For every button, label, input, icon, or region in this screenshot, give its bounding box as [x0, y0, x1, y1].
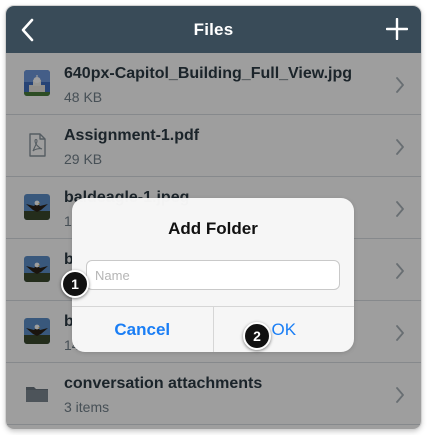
chevron-left-icon	[21, 18, 34, 42]
page-title: Files	[193, 19, 234, 39]
plus-icon	[386, 18, 408, 40]
back-button[interactable]	[14, 16, 40, 44]
step-2-badge: 2	[243, 322, 271, 350]
navigation-bar: Files	[6, 6, 421, 53]
app-screen: Files 640px-Capitol_Building_Full_View.j…	[6, 6, 421, 429]
folder-name-input[interactable]	[86, 260, 340, 290]
ok-button[interactable]: OK	[214, 307, 355, 352]
add-folder-dialog: Add Folder Cancel OK	[72, 198, 354, 352]
add-button[interactable]	[383, 15, 411, 43]
dialog-title: Add Folder	[168, 219, 258, 238]
dialog-actions: Cancel OK	[72, 306, 354, 352]
step-1-badge: 1	[61, 270, 89, 298]
cancel-button[interactable]: Cancel	[72, 307, 214, 352]
